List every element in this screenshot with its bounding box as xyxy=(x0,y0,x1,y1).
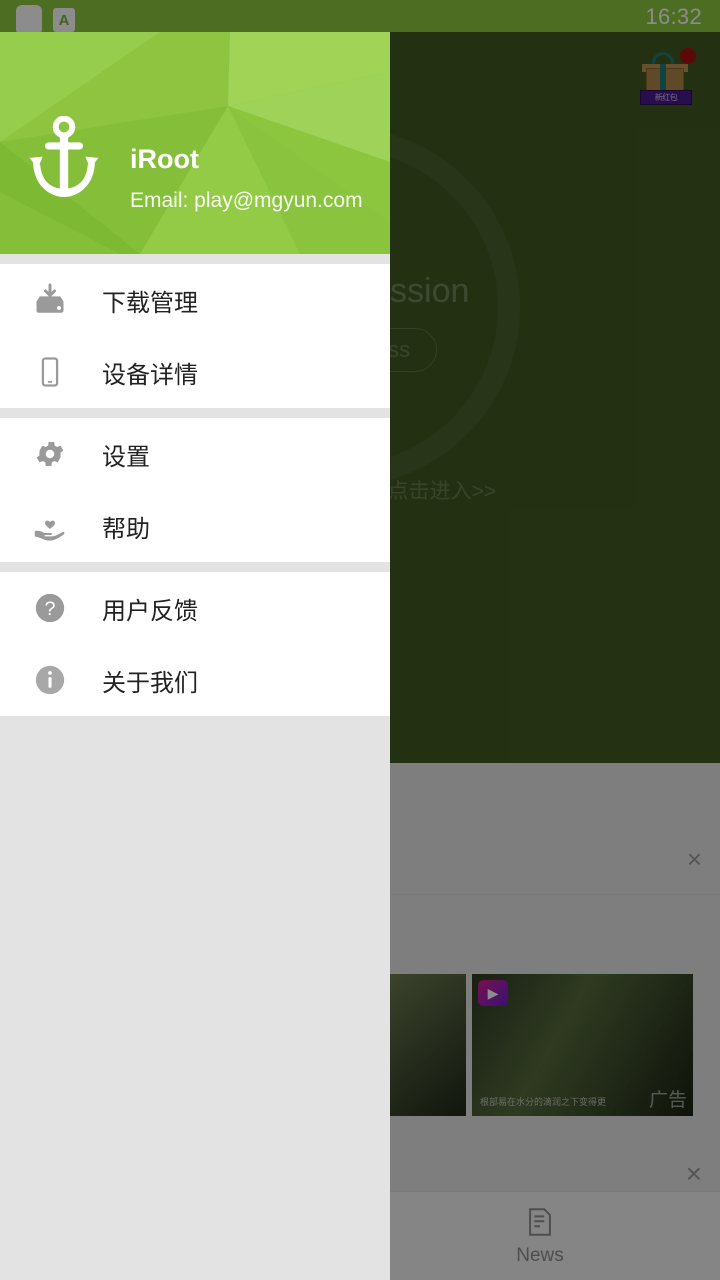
screen: A 16:32 新红包 3010 Root Permission Success… xyxy=(0,0,720,1280)
gear-icon xyxy=(24,437,76,471)
phone-icon xyxy=(24,355,76,389)
menu-group-1: 下载管理 设备详情 xyxy=(0,264,390,408)
drawer-email: Email: play@mgyun.com xyxy=(130,189,363,212)
question-circle-icon: ? xyxy=(24,591,76,625)
sidebar-item-label: 用户反馈 xyxy=(102,597,198,625)
sidebar-item-label: 设备详情 xyxy=(102,361,198,389)
anchor-icon xyxy=(29,116,99,197)
download-inbox-icon xyxy=(24,282,76,318)
sidebar-item-download-manager[interactable]: 下载管理 xyxy=(0,264,390,336)
drawer-app-name: iRoot xyxy=(130,144,199,174)
sidebar-item-label: 帮助 xyxy=(102,515,150,543)
menu-group-3: ? 用户反馈 关于我们 xyxy=(0,572,390,716)
sidebar-item-label: 关于我们 xyxy=(102,669,198,697)
sidebar-item-device-details[interactable]: 设备详情 xyxy=(0,336,390,408)
divider xyxy=(0,408,390,418)
sidebar-item-label: 设置 xyxy=(102,443,150,471)
sidebar-item-user-feedback[interactable]: ? 用户反馈 xyxy=(0,572,390,644)
divider xyxy=(0,562,390,572)
svg-text:?: ? xyxy=(44,598,55,620)
divider xyxy=(0,254,390,264)
drawer-header: iRoot Email: play@mgyun.com xyxy=(0,32,390,254)
hand-heart-icon xyxy=(24,509,76,543)
sidebar-item-help[interactable]: 帮助 xyxy=(0,490,390,562)
drawer-empty-area xyxy=(0,716,390,1280)
navigation-drawer: iRoot Email: play@mgyun.com 下载管理 设备详情 设置… xyxy=(0,32,390,1280)
sidebar-item-label: 下载管理 xyxy=(102,289,198,317)
sidebar-item-about-us[interactable]: 关于我们 xyxy=(0,644,390,716)
info-circle-icon xyxy=(24,663,76,697)
menu-group-2: 设置 帮助 xyxy=(0,418,390,562)
sidebar-item-settings[interactable]: 设置 xyxy=(0,418,390,490)
